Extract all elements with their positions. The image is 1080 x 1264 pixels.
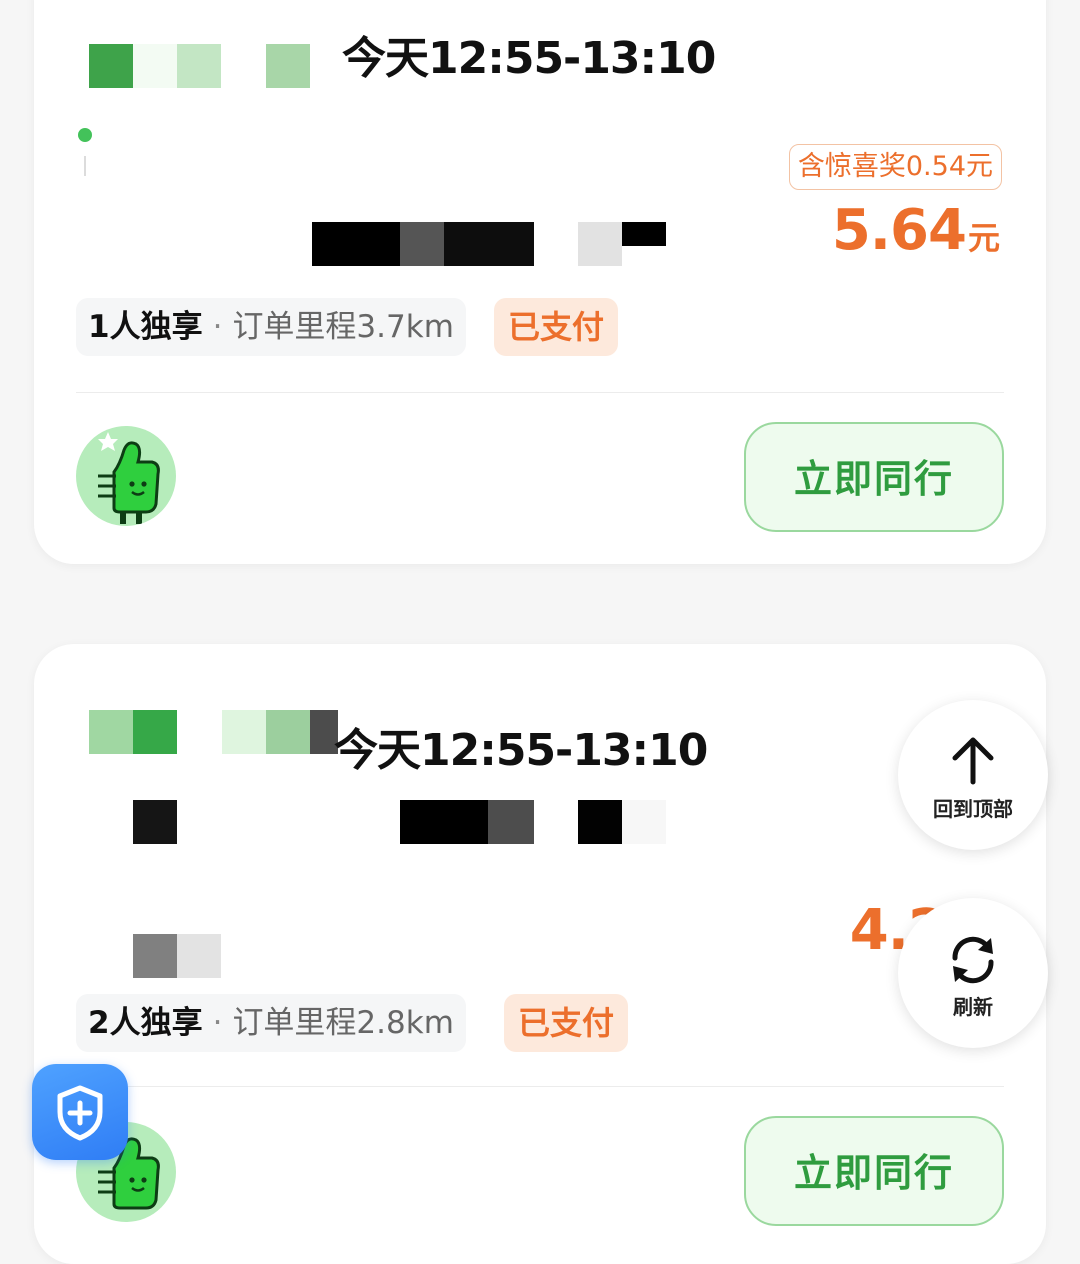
redacted-block	[488, 800, 534, 844]
redacted-block	[133, 934, 177, 978]
refresh-label: 刷新	[953, 995, 993, 1019]
order-price: 5.64元	[832, 198, 1000, 263]
order-card[interactable]: 今天12:55-13:10 4.2 2人独享 · 订单里程2.8km 已支付 立即同…	[34, 644, 1046, 1264]
surprise-bonus-badge: 含惊喜奖0.54元	[788, 144, 1002, 190]
passenger-count: 1人独享	[88, 309, 203, 345]
order-time: 今天12:55-13:10	[334, 725, 708, 776]
thumbs-up-mascot-icon	[98, 432, 160, 524]
card-divider	[76, 392, 1004, 393]
order-distance: 订单里程3.7km	[232, 309, 454, 345]
route-line	[84, 156, 86, 176]
redacted-block	[400, 222, 444, 266]
redacted-block	[222, 710, 266, 754]
shield-plus-icon	[57, 1085, 103, 1141]
refresh-icon	[952, 936, 994, 984]
back-to-top-button[interactable]: 回到顶部	[898, 700, 1048, 850]
avatar[interactable]	[76, 426, 176, 526]
redacted-block	[133, 710, 177, 754]
order-distance: 订单里程2.8km	[232, 1005, 454, 1041]
redacted-block	[578, 222, 622, 266]
safety-button[interactable]	[32, 1064, 128, 1160]
redacted-block	[177, 44, 221, 88]
order-info-pill: 2人独享 · 订单里程2.8km	[76, 994, 466, 1052]
card-divider	[76, 1086, 1004, 1087]
redacted-block	[89, 710, 133, 754]
redacted-block	[312, 222, 400, 266]
start-dot	[78, 128, 92, 142]
arrow-up-icon	[952, 737, 994, 785]
join-now-button[interactable]: 立即同行	[744, 1116, 1004, 1226]
redacted-block	[266, 44, 310, 88]
order-info-pill: 1人独享 · 订单里程3.7km	[76, 298, 466, 356]
redacted-block	[177, 934, 221, 978]
order-time: 今天12:55-13:10	[342, 33, 716, 84]
passenger-count: 2人独享	[88, 1005, 203, 1041]
redacted-block	[133, 800, 177, 844]
order-card[interactable]: 今天12:55-13:10 含惊喜奖0.54元 5.64元 1人独享 · 订单里程3…	[34, 0, 1046, 564]
redacted-block	[266, 710, 310, 754]
join-now-button[interactable]: 立即同行	[744, 422, 1004, 532]
redacted-block	[89, 44, 133, 88]
redacted-block	[578, 800, 622, 844]
refresh-button[interactable]: 刷新	[898, 898, 1048, 1048]
price-value: 5.64	[831, 198, 967, 263]
info-separator: ·	[212, 1005, 223, 1041]
redacted-block	[622, 222, 666, 246]
redacted-block	[622, 800, 666, 844]
back-to-top-label: 回到顶部	[933, 797, 1013, 821]
paid-status-badge: 已支付	[494, 298, 619, 356]
redacted-block	[133, 44, 177, 88]
redacted-block	[444, 222, 534, 266]
redacted-block	[400, 800, 488, 844]
info-separator: ·	[212, 309, 223, 345]
paid-status-badge: 已支付	[504, 994, 629, 1052]
price-unit: 元	[967, 219, 1000, 257]
